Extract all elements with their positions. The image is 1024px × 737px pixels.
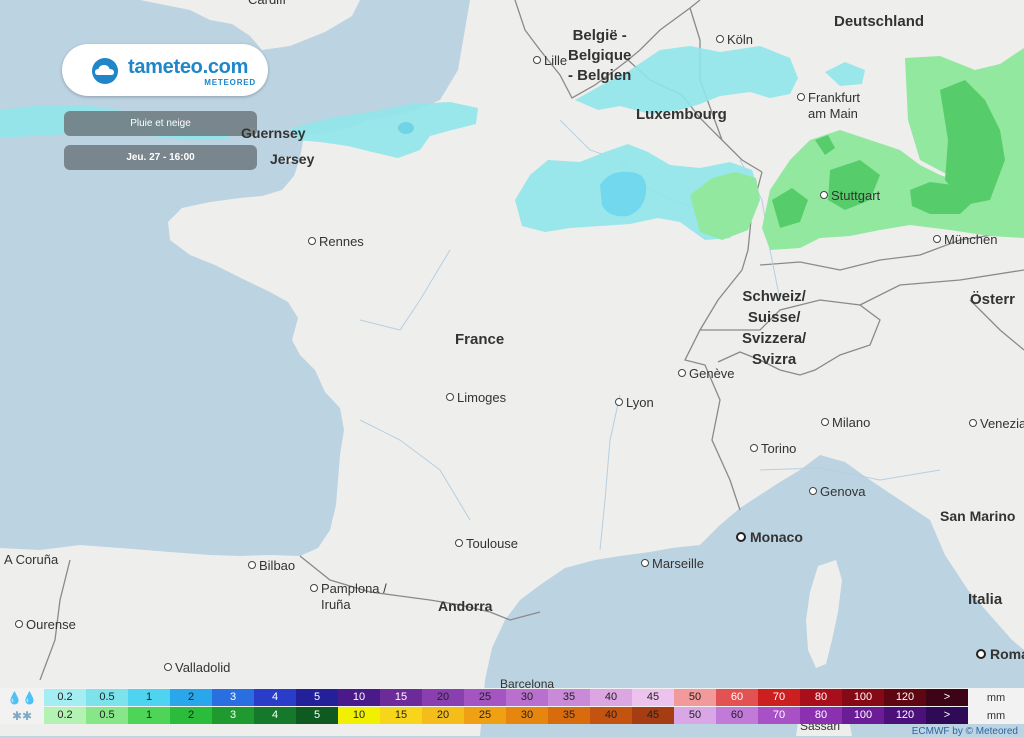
snow-cell: 10 — [338, 707, 380, 724]
snow-cell: 1 — [128, 707, 170, 724]
rain-cell: 0.5 — [86, 689, 128, 706]
snow-cell: 100 — [842, 707, 884, 724]
snow-cell: 2 — [170, 707, 212, 724]
snow-cell: 40 — [590, 707, 632, 724]
rain-cell: 3 — [212, 689, 254, 706]
snow-cell: 35 — [548, 707, 590, 724]
city-label-torino: Torino — [750, 441, 796, 457]
rain-cell: 10 — [338, 689, 380, 706]
city-label-koln: Köln — [716, 32, 753, 48]
rain-cell: 70 — [758, 689, 800, 706]
capital-label-monaco: Monaco — [736, 529, 803, 545]
rain-drops-icon: 💧💧 — [7, 690, 37, 705]
snowflake-icon: ✱✱ — [11, 708, 33, 723]
country-label-andorra: Andorra — [438, 598, 493, 614]
rain-cell: 30 — [506, 689, 548, 706]
rain-cell: 50 — [674, 689, 716, 706]
weather-cloud-icon — [92, 58, 118, 84]
tameteo-logo[interactable]: tameteo.com METEORED — [62, 44, 268, 96]
rain-cell: 35 — [548, 689, 590, 706]
snow-cell: 0.5 — [86, 707, 128, 724]
country-label-belgium: België - Belgique - Belgien — [568, 27, 632, 84]
country-label-san-marino: San Marino — [940, 508, 1016, 524]
rain-cell: 60 — [716, 689, 758, 706]
rain-cell: 2 — [170, 689, 212, 706]
country-label-switzerland: Schweiz/Suisse/Svizzera/Svizra — [742, 288, 807, 368]
city-label-geneve: Genève — [678, 366, 735, 382]
rain-cell: 40 — [590, 689, 632, 706]
rain-cell: > — [926, 689, 968, 706]
city-label-frankfurt: Frankfurt am Main — [797, 90, 870, 122]
layer-selector[interactable]: Pluie et neige — [64, 111, 257, 136]
city-label-ourense: Ourense — [15, 617, 76, 633]
snow-cell: 60 — [716, 707, 758, 724]
snow-cell: 70 — [758, 707, 800, 724]
rain-cell: 4 — [254, 689, 296, 706]
city-label-stuttgart: Stuttgart — [820, 188, 880, 204]
country-label-guernsey: Guernsey — [241, 125, 306, 141]
snow-cell: 15 — [380, 707, 422, 724]
legend-row-snow: ✱✱ 0.2 0.5 1 2 3 4 5 10 15 20 25 30 35 40 45 50 60 70 80 10… — [0, 707, 1024, 724]
rain-cell: 0.2 — [44, 689, 86, 706]
snow-cell: 120 — [884, 707, 926, 724]
snow-cell: 3 — [212, 707, 254, 724]
snow-cell: > — [926, 707, 968, 724]
snow-cell: 30 — [506, 707, 548, 724]
city-label-lille: Lille — [533, 53, 567, 69]
city-label-marseille: Marseille — [641, 556, 704, 572]
snow-cell: 25 — [464, 707, 506, 724]
data-credit[interactable]: ECMWF by © Meteored — [912, 726, 1018, 737]
snow-cell: 4 — [254, 707, 296, 724]
brand-sub: METEORED — [204, 78, 256, 87]
city-label-limoges: Limoges — [446, 390, 506, 406]
city-label-pamplona: Pamplona / Iruña — [310, 581, 401, 613]
datetime-label: Jeu. 27 - 16:00 — [126, 152, 195, 163]
country-label-germany: Deutschland — [834, 13, 925, 30]
snow-cell: 0.2 — [44, 707, 86, 724]
city-label-munchen: München — [933, 232, 997, 248]
city-label-rennes: Rennes — [308, 234, 364, 250]
city-label-cardiff: Cardiff — [248, 0, 286, 8]
rain-cell: 1 — [128, 689, 170, 706]
snow-cell: 20 — [422, 707, 464, 724]
datetime-selector[interactable]: Jeu. 27 - 16:00 — [64, 145, 257, 170]
brand-name: tameteo.com — [128, 56, 249, 78]
city-label-valladolid: Valladolid — [164, 660, 230, 676]
rain-cell: 100 — [842, 689, 884, 706]
snow-cell: 5 — [296, 707, 338, 724]
city-label-acoruna: A Coruña — [4, 552, 59, 567]
snow-cell: 45 — [632, 707, 674, 724]
country-label-italia: Italia — [968, 591, 1003, 608]
city-label-genova: Genova — [809, 484, 866, 500]
precipitation-legend: 💧💧 0.2 0.5 1 2 3 4 5 10 15 20 25 30 35 40 45 50 60 70 80 10… — [0, 688, 1024, 724]
layer-label: Pluie et neige — [130, 118, 191, 129]
legend-unit-snow: mm — [986, 709, 1006, 722]
rain-cell: 20 — [422, 689, 464, 706]
country-label-france: France — [455, 331, 505, 348]
legend-unit-rain: mm — [986, 691, 1006, 704]
rain-cell: 45 — [632, 689, 674, 706]
rain-cell: 80 — [800, 689, 842, 706]
country-label-jersey: Jersey — [270, 151, 315, 167]
country-label-austria: Österr — [970, 291, 1016, 308]
country-label-luxembourg: Luxembourg — [636, 106, 727, 123]
city-label-lyon: Lyon — [615, 395, 654, 411]
rain-cell: 15 — [380, 689, 422, 706]
city-label-venezia: Venezia — [969, 416, 1024, 432]
city-label-toulouse: Toulouse — [455, 536, 518, 552]
snow-cell: 80 — [800, 707, 842, 724]
rain-cell: 25 — [464, 689, 506, 706]
city-label-bilbao: Bilbao — [248, 558, 295, 574]
capital-label-roma: Roma — [976, 646, 1024, 662]
rain-cell: 120 — [884, 689, 926, 706]
legend-row-rain: 💧💧 0.2 0.5 1 2 3 4 5 10 15 20 25 30 35 40 45 50 60 70 80 10… — [0, 689, 1024, 706]
rain-cell: 5 — [296, 689, 338, 706]
snow-cell: 50 — [674, 707, 716, 724]
city-label-milano: Milano — [821, 415, 870, 431]
